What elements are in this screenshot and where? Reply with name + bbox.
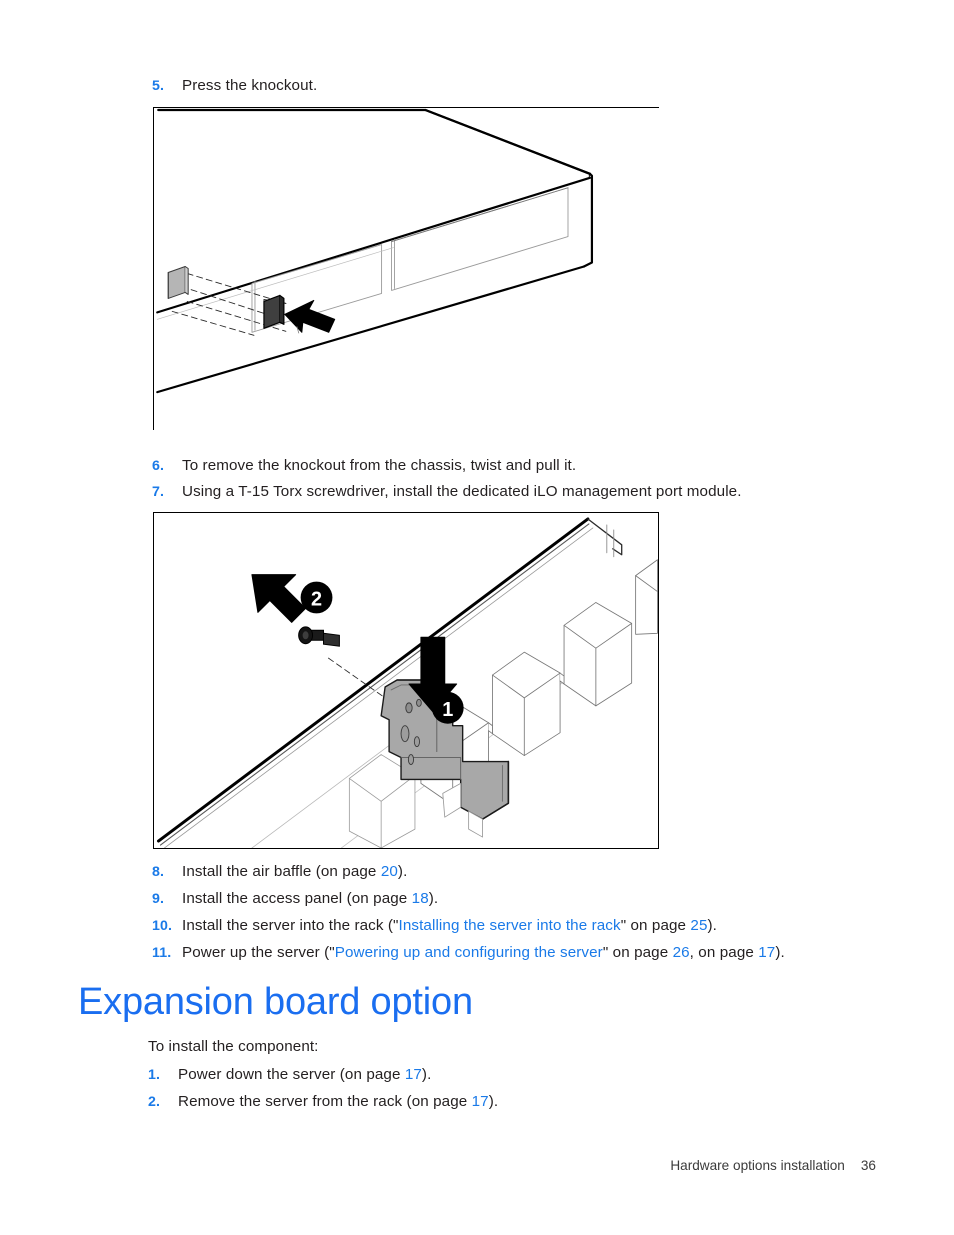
- step-number: 1.: [148, 1067, 161, 1083]
- knockout-illustration-svg: [156, 108, 594, 394]
- torx-screw-icon: [298, 626, 340, 647]
- step-number: 5.: [152, 78, 165, 94]
- step-number: 2.: [148, 1094, 161, 1110]
- list-item-section-step-2: 2. Remove the server from the rack (on p…: [148, 1092, 498, 1113]
- step-number: 10.: [152, 918, 173, 934]
- step-text-suffix: ).: [707, 917, 717, 934]
- step-text-mid: " on page: [602, 944, 673, 961]
- step-text-prefix: Install the server into the rack (": [182, 917, 399, 934]
- list-item-section-step-1: 1. Power down the server (on page 17).: [148, 1065, 431, 1086]
- cross-reference-link[interactable]: Installing the server into the rack: [399, 917, 621, 934]
- page-heading: Expansion board option: [78, 981, 473, 1023]
- step-text-suffix: ).: [421, 1066, 432, 1083]
- list-item-step-6: 6. To remove the knockout from the chass…: [152, 456, 576, 477]
- page-reference[interactable]: 25: [690, 917, 707, 934]
- list-item-step-7: 7. Using a T-15 Torx screwdriver, instal…: [152, 482, 742, 503]
- footer-section-title: Hardware options installation: [670, 1158, 845, 1173]
- callout-badge-1: 1: [431, 691, 464, 724]
- step-number: 7.: [152, 484, 165, 500]
- step-text: Power down the server (on page 17).: [178, 1065, 431, 1086]
- page-reference[interactable]: 26: [673, 944, 690, 961]
- ilo-module-illustration-svg: 2 1: [156, 517, 658, 848]
- step-text-prefix: Remove the server from the rack (on page: [178, 1093, 472, 1110]
- step-text: Install the server into the rack ("Insta…: [182, 916, 717, 937]
- step-text-suffix: ).: [775, 944, 785, 961]
- step-text: Using a T-15 Torx screwdriver, install t…: [182, 483, 742, 500]
- step-text-prefix: Install the air baffle (on page: [182, 863, 381, 880]
- step-number: 11.: [152, 945, 172, 961]
- step-text: Remove the server from the rack (on page…: [178, 1092, 498, 1113]
- step-text: Install the air baffle (on page 20).: [182, 862, 407, 883]
- list-item-step-8: 8. Install the air baffle (on page 20).: [152, 862, 407, 883]
- step-text-prefix: Install the access panel (on page: [182, 890, 412, 907]
- callout-2-arrow-icon: [251, 574, 307, 623]
- step-text-suffix: ).: [397, 863, 408, 880]
- callout-badge-2: 2: [300, 581, 333, 614]
- list-item-step-10: 10. Install the server into the rack ("I…: [152, 916, 717, 937]
- svg-text:2: 2: [311, 588, 322, 610]
- step-text: Power up the server ("Powering up and co…: [182, 943, 785, 964]
- page-reference-2[interactable]: 17: [758, 944, 775, 961]
- step-number: 8.: [152, 864, 165, 880]
- step-text: Press the knockout.: [182, 77, 318, 94]
- section-intro-text: To install the component:: [148, 1038, 319, 1055]
- step-number: 9.: [152, 891, 165, 907]
- step-text-prefix: Power up the server (": [182, 944, 335, 961]
- figure-knockout-removal: [153, 107, 659, 430]
- document-page: 5. Press the knockout. 6. To remove the …: [0, 0, 954, 1235]
- step-text: To remove the knockout from the chassis,…: [182, 457, 577, 474]
- step-text-mid-2: , on page: [689, 944, 759, 961]
- step-text-prefix: Power down the server (on page: [178, 1066, 405, 1083]
- list-item-step-5: 5. Press the knockout.: [152, 76, 317, 97]
- step-text-suffix: ).: [488, 1093, 499, 1110]
- footer-page-number: 36: [860, 1158, 876, 1173]
- figure-ilo-module-install: 2 1: [153, 512, 659, 849]
- step-text-mid: " on page: [620, 917, 691, 934]
- cross-reference-link[interactable]: Powering up and configuring the server: [335, 944, 603, 961]
- list-item-step-11: 11. Power up the server ("Powering up an…: [152, 943, 785, 964]
- step-text-suffix: ).: [428, 890, 439, 907]
- step-number: 6.: [152, 458, 165, 474]
- step-text: Install the access panel (on page 18).: [182, 889, 438, 910]
- page-reference[interactable]: 17: [405, 1066, 422, 1083]
- list-item-step-9: 9. Install the access panel (on page 18)…: [152, 889, 438, 910]
- svg-text:1: 1: [442, 699, 453, 721]
- page-reference[interactable]: 17: [472, 1093, 489, 1110]
- page-reference[interactable]: 18: [412, 890, 429, 907]
- page-reference[interactable]: 20: [381, 863, 398, 880]
- page-footer: Hardware options installation 36: [0, 1158, 876, 1173]
